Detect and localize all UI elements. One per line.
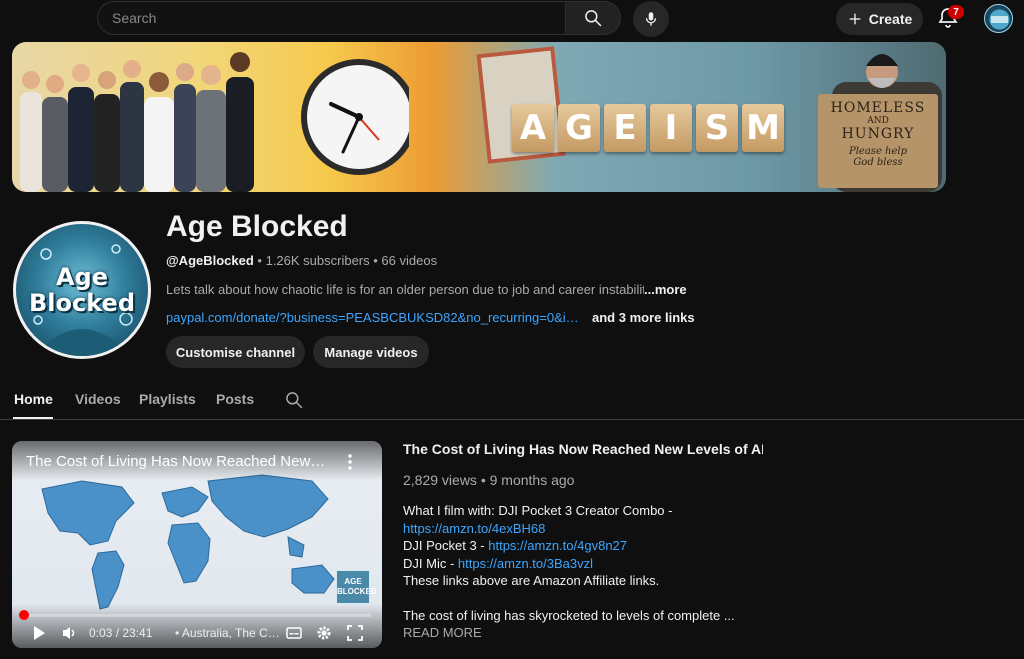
featured-video-description: What I film with: DJI Pocket 3 Creator C… (403, 502, 803, 625)
clock-illustration (301, 59, 409, 175)
account-avatar[interactable] (984, 4, 1013, 33)
search-box[interactable] (97, 1, 565, 35)
notification-count-badge: 7 (948, 5, 964, 19)
tab-videos[interactable]: Videos (75, 391, 121, 407)
active-tab-indicator (13, 417, 53, 419)
channel-tabs: Home Videos Playlists Posts (0, 384, 1024, 420)
top-bar: Create 7 (0, 0, 1024, 38)
channel-search-icon[interactable] (284, 390, 304, 410)
settings-gear-icon[interactable] (316, 625, 332, 641)
sign-line: AND (867, 116, 889, 126)
progress-bar[interactable] (23, 614, 371, 617)
featured-video-title[interactable]: The Cost of Living Has Now Reached New L… (403, 441, 763, 457)
channel-links: paypal.com/donate/?business=PEASBCBUKSD8… (166, 310, 695, 325)
description-line: DJI Pocket 3 - https://amzn.to/4gv8n27 (403, 537, 803, 555)
description-text: DJI Pocket 3 - (403, 538, 489, 553)
sign-line: HUNGRY (841, 126, 915, 142)
progress-scrubber[interactable] (19, 610, 29, 620)
description-line: What I film with: DJI Pocket 3 Creator C… (403, 503, 673, 518)
play-icon[interactable] (32, 625, 46, 641)
manage-videos-button[interactable]: Manage videos (313, 336, 429, 368)
description-link[interactable]: https://amzn.to/3Ba3vzl (458, 556, 593, 571)
channel-description[interactable]: Lets talk about how chaotic life is for … (166, 282, 686, 297)
player-chapter[interactable]: • Australia, The Cost of Living (175, 626, 280, 640)
tab-home[interactable]: Home (14, 391, 53, 407)
search-button[interactable] (565, 1, 621, 35)
avatar-text-line: Age (55, 263, 109, 291)
volume-icon[interactable] (62, 625, 78, 641)
voice-search-button[interactable] (633, 1, 669, 37)
subtitles-icon[interactable] (286, 625, 302, 641)
channel-banner: A G E I S M HOMELESS AND HUNGRY Please h… (12, 42, 946, 192)
description-line: The cost of living has skyrocketed to le… (403, 608, 735, 623)
description-more-link[interactable]: ...more (644, 282, 686, 297)
avatar-text-line: Blocked (28, 289, 135, 317)
sign-line: Please help (849, 146, 907, 157)
create-label: Create (868, 11, 913, 27)
channel-name: Age Blocked (166, 210, 348, 243)
microphone-icon (645, 12, 657, 26)
player-title[interactable]: The Cost of Living Has Now Reached New L… (26, 453, 326, 470)
channel-link[interactable]: paypal.com/donate/?business=PEASBCBUKSD8… (166, 310, 582, 325)
channel-stats: • 1.26K subscribers • 66 videos (253, 253, 438, 268)
search-icon (585, 10, 602, 27)
channel-avatar-text: Age Blocked (16, 264, 148, 316)
ageism-block: I (650, 104, 692, 152)
ageism-block: A (512, 104, 554, 152)
description-line: These links above are Amazon Affiliate l… (403, 573, 660, 588)
featured-video-meta: 2,829 views • 9 months ago (403, 472, 575, 488)
sign-line: God bless (853, 157, 903, 168)
sign-line: HOMELESS (830, 100, 926, 116)
customise-channel-button[interactable]: Customise channel (166, 336, 305, 368)
description-line: DJI Mic - https://amzn.to/3Ba3vzl (403, 555, 803, 573)
homeless-sign: HOMELESS AND HUNGRY Please help God bles… (818, 94, 938, 188)
ageism-block: E (604, 104, 646, 152)
plus-icon (849, 13, 861, 25)
ageism-block: G (558, 104, 600, 152)
channel-watermark: AGE BLOCKED (336, 570, 377, 604)
description-text: DJI Mic - (403, 555, 458, 571)
channel-handle: @AgeBlocked (166, 253, 254, 268)
business-people-illustration (20, 52, 254, 192)
avatar-image-icon (989, 9, 1010, 30)
description-link[interactable]: https://amzn.to/4exBH68 (403, 520, 803, 538)
more-links-button[interactable]: and 3 more links (592, 310, 695, 325)
more-vertical-icon[interactable] (346, 453, 354, 471)
tab-playlists[interactable]: Playlists (139, 391, 196, 407)
channel-avatar[interactable]: Age Blocked (13, 221, 151, 359)
player-time: 0:03 / 23:41 (89, 626, 153, 640)
tab-posts[interactable]: Posts (216, 391, 254, 407)
description-link[interactable]: https://amzn.to/4gv8n27 (488, 538, 627, 553)
channel-description-text: Lets talk about how chaotic life is for … (166, 282, 644, 297)
read-more-button[interactable]: READ MORE (403, 625, 482, 640)
featured-video-player[interactable]: The Cost of Living Has Now Reached New L… (12, 441, 382, 648)
ageism-block: M (742, 104, 784, 152)
ageism-block: S (696, 104, 738, 152)
fullscreen-icon[interactable] (347, 625, 363, 641)
search-input[interactable] (98, 2, 565, 34)
channel-meta: @AgeBlocked • 1.26K subscribers • 66 vid… (166, 253, 437, 268)
ageism-blocks: A G E I S M (512, 104, 784, 152)
create-button[interactable]: Create (836, 3, 923, 35)
